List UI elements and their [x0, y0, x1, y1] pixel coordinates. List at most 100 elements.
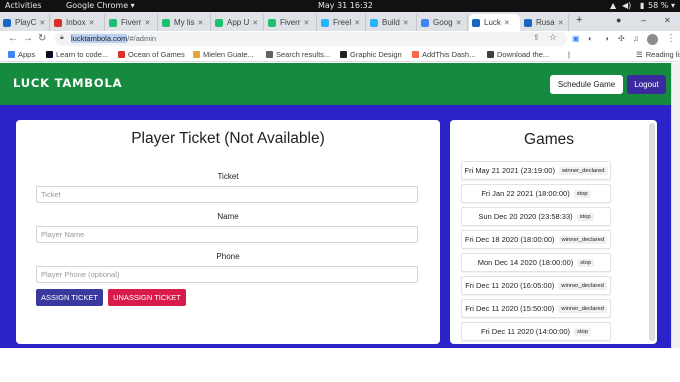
tab-label: App U: [227, 18, 250, 27]
bookmark-item[interactable]: Download the...: [487, 50, 549, 59]
bookmark-item[interactable]: Learn to code...: [46, 50, 108, 59]
main-area: Player Ticket (Not Available) Ticket Tic…: [0, 105, 671, 348]
bookmark-item[interactable]: Search results...: [266, 50, 330, 59]
bookmark-label: Learn to code...: [56, 50, 109, 59]
bookmark-icon: [118, 51, 125, 58]
extension-icon[interactable]: ◑: [604, 33, 609, 45]
system-menu-icon[interactable]: ▾: [671, 1, 675, 10]
bookmark-star-icon[interactable]: ☆: [549, 32, 557, 43]
tab-close-icon[interactable]: ✕: [89, 19, 95, 27]
extension-translate-icon[interactable]: ▣: [572, 33, 580, 45]
player-name-input[interactable]: Player Name: [36, 226, 418, 243]
fiverr-icon: [268, 18, 276, 27]
tab-close-icon[interactable]: ✕: [354, 19, 360, 27]
status-badge: winner_declared: [558, 281, 607, 290]
unassign-ticket-button[interactable]: UNASSIGN TICKET: [108, 289, 186, 306]
brand-logo[interactable]: LUCK TAMBOLA: [13, 76, 122, 90]
share-icon[interactable]: ⇪: [533, 33, 540, 42]
game-list-item[interactable]: Sun Dec 20 2020 (23:58:33) stop: [461, 207, 611, 226]
record-icon[interactable]: ●: [616, 15, 621, 25]
page-scrollbar[interactable]: [671, 63, 680, 348]
forward-icon[interactable]: →: [23, 33, 33, 45]
browser-tab[interactable]: My lis ✕: [159, 14, 211, 31]
browser-tab[interactable]: Freel ✕: [318, 14, 366, 31]
close-window-icon[interactable]: ✕: [664, 16, 671, 25]
bookmark-label: Ocean of Games: [128, 50, 185, 59]
tab-close-icon[interactable]: ✕: [197, 19, 203, 27]
back-icon[interactable]: ←: [8, 33, 18, 45]
extension-icon[interactable]: ◐: [588, 33, 593, 45]
avatar[interactable]: [647, 34, 658, 45]
game-list-item[interactable]: Fri Dec 11 2020 (16:05:00) winner_declare…: [461, 276, 611, 295]
gmail-icon: [54, 18, 62, 27]
lock-icon[interactable]: 🔒︎: [60, 34, 64, 42]
tab-strip: ✕ ● – + PlayC ✕ Inbox ✕ Fiverr ✕ My lis ✕ App U ✕…: [0, 12, 680, 31]
logout-button[interactable]: Logout: [627, 75, 666, 94]
url-text[interactable]: lucktambola.com/#/admin: [71, 34, 156, 43]
browser-tab[interactable]: Fiverr ✕: [106, 14, 158, 31]
status-badge: winner_declared: [558, 235, 608, 244]
freelancer-icon: [321, 18, 329, 27]
more-menu-icon[interactable]: ⋮: [666, 33, 676, 45]
player-phone-input[interactable]: Player Phone (optional): [36, 266, 418, 283]
reading-list[interactable]: ☰Reading list: [636, 50, 680, 59]
game-list-item[interactable]: Fri Dec 18 2020 (18:00:00) winner_declare…: [461, 230, 611, 249]
browser-tab[interactable]: PlayC ✕: [0, 14, 50, 31]
media-icon[interactable]: ♫: [633, 33, 639, 45]
tab-close-icon[interactable]: ✕: [504, 19, 510, 27]
bookmark-item[interactable]: Mielen Guate...: [193, 50, 254, 59]
tab-close-icon[interactable]: ✕: [456, 19, 462, 27]
browser-tab[interactable]: Inbox ✕: [51, 14, 105, 31]
minimize-icon[interactable]: –: [641, 15, 646, 25]
ticket-input[interactable]: Ticket: [36, 186, 418, 203]
reading-list-icon: ☰: [636, 50, 643, 59]
tab-label: PlayC: [15, 18, 37, 27]
bookmark-icon: [266, 51, 273, 58]
browser-tab[interactable]: Build ✕: [367, 14, 417, 31]
game-list-item[interactable]: Fri Jan 22 2021 (18:00:00) stop: [461, 184, 611, 203]
browser-tab[interactable]: Luck ✕: [469, 14, 520, 31]
battery-percent: 58 %: [648, 1, 669, 10]
reload-icon[interactable]: ↻: [38, 33, 46, 45]
ticket-label: Ticket: [217, 172, 239, 181]
ticket-card-title: Player Ticket (Not Available): [131, 130, 325, 147]
battery-icon[interactable]: ▮: [640, 1, 644, 10]
tab-close-icon[interactable]: ✕: [39, 19, 45, 27]
puzzle-icon[interactable]: ✣: [618, 33, 625, 45]
volume-icon[interactable]: ◀): [622, 1, 631, 10]
game-list-item[interactable]: Fri May 21 2021 (23:19:00) winner_declare…: [461, 161, 611, 180]
bookmark-item[interactable]: Ocean of Games: [118, 50, 185, 59]
app-menu[interactable]: Google Chrome ▾: [66, 1, 135, 10]
google-icon: [421, 18, 429, 27]
assign-ticket-button[interactable]: ASSIGN TICKET: [36, 289, 103, 306]
games-scrollbar[interactable]: [649, 123, 655, 341]
new-tab-icon[interactable]: +: [576, 14, 582, 26]
schedule-game-button[interactable]: Schedule Game: [550, 75, 623, 94]
url-host: lucktambola.com: [71, 34, 128, 43]
activities-button[interactable]: Activities: [5, 1, 42, 10]
address-bar[interactable]: 🔒︎ lucktambola.com/#/admin ⇪ ☆: [55, 32, 567, 46]
browser-tab[interactable]: Rusa ✕: [521, 14, 569, 31]
tab-close-icon[interactable]: ✕: [144, 19, 150, 27]
tab-close-icon[interactable]: ✕: [303, 19, 309, 27]
bookmark-item[interactable]: AddThis Dash...: [412, 50, 475, 59]
bookmark-label: Mielen Guate...: [203, 50, 254, 59]
tab-close-icon[interactable]: ✕: [403, 19, 409, 27]
clock[interactable]: May 31 16:32: [318, 1, 373, 10]
browser-tab[interactable]: Fiverr ✕: [265, 14, 317, 31]
browser-tab[interactable]: App U ✕: [212, 14, 264, 31]
vuetify-icon: [524, 18, 532, 27]
divider: |: [568, 50, 570, 59]
bookmark-item[interactable]: Graphic Design: [340, 50, 402, 59]
tab-close-icon[interactable]: ✕: [558, 19, 564, 27]
game-list-item[interactable]: Fri Dec 11 2020 (14:00:00) stop: [461, 322, 611, 341]
bookmark-item[interactable]: Apps: [8, 50, 35, 59]
bookmark-label: Graphic Design: [350, 50, 402, 59]
name-label: Name: [217, 212, 239, 221]
reading-list-label: Reading list: [645, 50, 680, 59]
game-list-item[interactable]: Fri Dec 11 2020 (15:50:00) winner_declare…: [461, 299, 611, 318]
network-icon[interactable]: ▲: [610, 1, 616, 10]
tab-close-icon[interactable]: ✕: [252, 19, 258, 27]
browser-tab[interactable]: Goog ✕: [418, 14, 468, 31]
game-list-item[interactable]: Mon Dec 14 2020 (18:00:00) stop: [461, 253, 611, 272]
